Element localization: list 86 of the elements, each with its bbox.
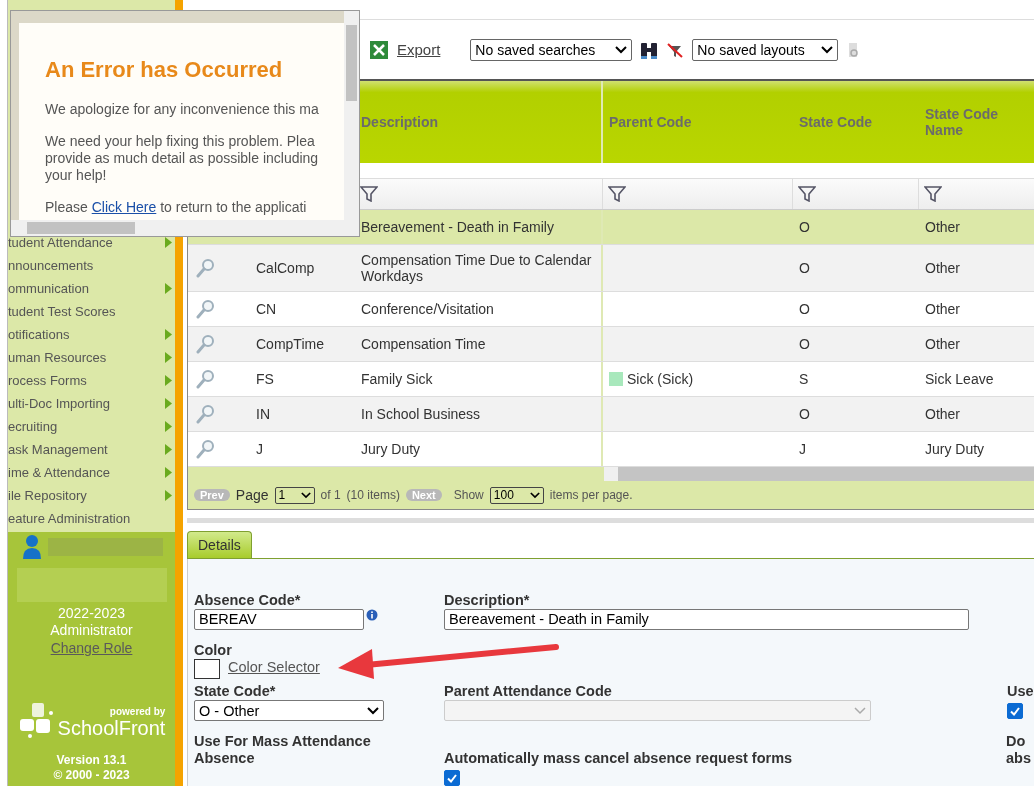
table-cell: CN [256,301,277,318]
error-text: your help! [45,167,108,184]
table-cell: Family Sick [361,371,433,388]
description-field[interactable]: Bereavement - Death in Family [444,609,969,630]
error-title: An Error has Occurred [45,57,284,83]
table-cell: O [799,406,810,423]
click-here-link[interactable]: Click Here [91,199,157,215]
table-cell: Jury Duty [925,441,985,458]
column-header[interactable]: State Code [799,114,873,131]
error-text: We apologize for any inconvenience this ma [45,101,320,118]
version-text: Version 13.1 [56,753,127,768]
page-size-select[interactable]: 100 [489,486,544,504]
table-cell: O [799,301,810,318]
table-cell: IN [256,406,270,423]
saved-searches-select[interactable]: No saved searches [470,38,633,61]
page-count: of 1 [320,488,341,503]
table-cell: CompTime [256,336,324,353]
change-role-link[interactable]: Change Role [50,639,133,657]
table-cell: Other [925,260,960,277]
table-cell: Other [925,301,960,318]
table-cell: J [256,441,263,458]
table-cell: In School Business [361,406,481,423]
sidebar-item[interactable]: uman Resources [8,346,175,369]
table-cell-text: Compensation Time Due to Calendar Workdays [361,252,593,285]
page-label: Page [235,487,269,504]
role-label: Administrator [50,622,133,639]
table-cell: O [799,336,810,353]
error-text: We need your help fixing this problem. Plea [45,133,316,150]
state-code-select[interactable]: O - Other [194,700,384,721]
table-cell: CalComp [256,260,315,277]
field-label: Use [1007,683,1034,700]
item-count: (10 items) [346,488,400,503]
field-label: abs [1006,750,1031,767]
sidebar-item[interactable]: ommunication [8,277,175,300]
column-header[interactable]: State Code Name [925,106,1015,139]
items-per-page-label: items per page. [549,488,633,503]
page-select[interactable]: 1 [274,486,315,504]
saved-layouts-select[interactable]: No saved layouts [692,38,839,61]
sidebar-item[interactable]: ask Management [8,438,175,461]
table-cell: O [799,219,810,236]
table-cell: Sick (Sick) [627,371,694,388]
table-cell: Other [925,336,960,353]
table-cell: FS [256,371,274,388]
field-label: Automatically mass cancel absence request forms [444,750,794,767]
sidebar-item[interactable]: ulti-Doc Importing [8,392,175,415]
sidebar-item[interactable]: eature Administration [8,507,175,530]
field-label: Use For Mass Attendance Absence [194,733,372,768]
details-tab[interactable]: Details [187,531,252,558]
sidebar-item[interactable]: ime & Attendance [8,461,175,484]
export-link[interactable]: Export [397,41,441,59]
table-cell: S [799,371,809,388]
table-cell: Other [925,406,960,423]
field-label: Parent Attendance Code [444,683,613,700]
table-row[interactable]: CalComp Compensation Time Due to Calendar Workdays O Other [188,245,1034,293]
field-label: State Code* [194,683,277,700]
sidebar-item[interactable]: otifications [8,323,175,346]
brand-name: SchoolFront [57,717,166,739]
color-selector-link[interactable]: Color Selector [228,659,320,675]
sidebar-item[interactable]: ile Repository [8,484,175,507]
field-label: Do [1006,733,1027,750]
school-year: 2022-2023 [58,605,125,622]
table-cell: O [799,260,810,277]
sidebar-item[interactable]: tudent Attendance [8,231,175,254]
sidebar-item[interactable]: nnouncements [8,254,175,277]
column-header[interactable]: Parent Code [609,114,692,131]
sidebar-item[interactable]: ecruiting [8,415,175,438]
table-cell: Bereavement - Death in Family [361,219,554,236]
field-label: Color [194,642,233,659]
field-label: Absence Code* [194,592,302,609]
sidebar-item[interactable]: rocess Forms [8,369,175,392]
copyright-text: © 2000 - 2023 [53,768,130,783]
table-cell: Conference/Visitation [361,301,494,318]
field-label: Description* [444,592,531,609]
sidebar-item[interactable]: tudent Test Scores [8,300,175,323]
error-text: provide as much detail as possible including [45,150,320,167]
table-cell: Jury Duty [361,441,421,458]
table-row[interactable]: CompTime Compensation Time O Other [188,327,1034,363]
show-label: Show [453,488,484,503]
table-row[interactable]: IN In School Business O Other [188,397,1034,433]
table-cell: Other [925,219,960,236]
powered-by-text: powered by [109,706,166,717]
absence-code-field[interactable]: BEREAV [194,609,364,630]
table-cell: J [799,441,806,458]
table-cell: Sick Leave [925,371,994,388]
column-header[interactable]: Description [361,114,438,131]
table-cell: Compensation Time [361,336,486,353]
